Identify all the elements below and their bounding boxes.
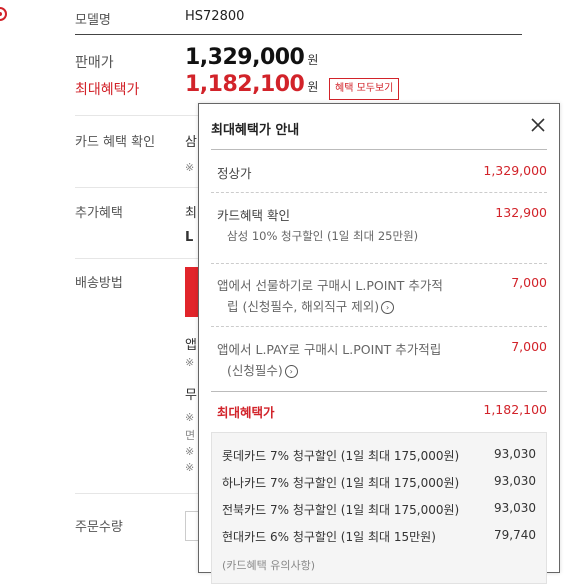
card-notice-link[interactable]: (카드혜택 유의사항) [222,557,536,573]
card-discount-label: 롯데카드 7% 청구할인 (1일 최대 175,000원) [222,449,460,463]
popup-max-value: 1,182,100 [483,402,547,417]
card-discount-value: 93,030 [494,501,536,515]
lpay-value: 7,000 [511,339,547,354]
dashed-divider [211,326,547,327]
lpoint-gift-label: 앱에서 선물하기로 구매시 L.POINT 추가적 [217,278,443,293]
lpoint-gift-label-cont: 립 (신청필수, 해외직구 제외) › [227,296,547,315]
delivery-label: 배송방법 [75,276,123,291]
card-discount-list: 롯데카드 7% 청구할인 (1일 최대 175,000원) 93,030 하나카… [211,432,547,584]
card-discount-label: 현대카드 6% 청구할인 (1일 최대 15만원) [222,530,436,544]
card-discount-row: 하나카드 7% 청구할인 (1일 최대 175,000원) 93,030 [222,474,536,491]
delivery-note: ※ [185,411,195,424]
extra-benefit-label: 추가혜택 [75,206,123,221]
card-check-text: 삼 [185,135,197,150]
popup-divider [211,391,547,392]
popup-title: 최대혜택가 안내 [211,123,300,138]
delivery-text: 무 [185,388,197,403]
lpay-label: 앱에서 L.PAY로 구매시 L.POINT 추가적립 [217,342,442,357]
model-label: 모델명 [75,13,111,28]
card-discount-value: 93,030 [494,447,536,461]
info-circle-icon[interactable]: › [381,301,395,314]
divider [75,34,522,35]
extra-benefit-text: L [185,230,194,245]
max-benefit-popup: 최대혜택가 안내 정상가 1,329,000 카드혜택 확인 132,900 삼… [198,103,560,584]
max-benefit-price: 1,182,100 원 [185,72,318,97]
dashed-divider [211,192,547,193]
won-unit: 원 [307,53,319,67]
card-discount-row: 롯데카드 7% 청구할인 (1일 최대 175,000원) 93,030 [222,447,536,464]
card-discount-value: 93,030 [494,474,536,488]
card-discount-row: 현대카드 6% 청구할인 (1일 최대 15만원) 79,740 [222,528,536,545]
card-note: ※ [185,161,195,174]
show-all-benefits-button[interactable]: 혜택 모두보기 [329,78,400,100]
card-check-label: 카드 혜택 확인 [75,135,156,150]
quantity-label: 주문수량 [75,520,123,535]
lpay-label-cont: (신청필수) › [227,360,547,379]
sale-price: 1,329,000 원 [185,45,318,70]
target-icon [0,6,8,22]
delivery-note: 면 [185,429,196,442]
lpoint-gift-label-2: 립 (신청필수, 해외직구 제외) [227,299,380,314]
extra-benefit-text: 최 [185,206,197,221]
delivery-option-button[interactable] [185,267,199,317]
regular-price-value: 1,329,000 [483,163,547,178]
won-unit: 원 [307,80,319,94]
info-circle-icon[interactable]: › [284,365,298,378]
sale-price-value: 1,329,000 [185,45,305,70]
card-discount-value: 79,740 [494,528,536,542]
dashed-divider [211,263,547,264]
lpay-label-2: (신청필수) [227,363,283,378]
show-all-benefits-label: 혜택 모두보기 [335,83,394,94]
model-value: HS72800 [185,9,245,24]
card-benefit-value: 132,900 [495,205,547,220]
lpoint-gift-value: 7,000 [511,275,547,290]
card-discount-label: 하나카드 7% 청구할인 (1일 최대 175,000원) [222,476,460,490]
max-benefit-value: 1,182,100 [185,72,305,97]
max-benefit-label: 최대혜택가 [75,82,140,98]
delivery-text: 앱 [185,338,197,353]
popup-divider [211,149,547,150]
delivery-note: ※ [185,356,195,369]
card-discount-label: 전북카드 7% 청구할인 (1일 최대 175,000원) [222,503,460,517]
sale-price-label: 판매가 [75,55,114,71]
card-discount-row: 전북카드 7% 청구할인 (1일 최대 175,000원) 93,030 [222,501,536,518]
card-benefit-desc: 삼성 10% 청구할인 (1일 최대 25만원) [227,229,419,243]
delivery-note: ※ [185,461,195,474]
close-icon[interactable] [529,116,547,134]
delivery-note: ※ [185,445,195,458]
